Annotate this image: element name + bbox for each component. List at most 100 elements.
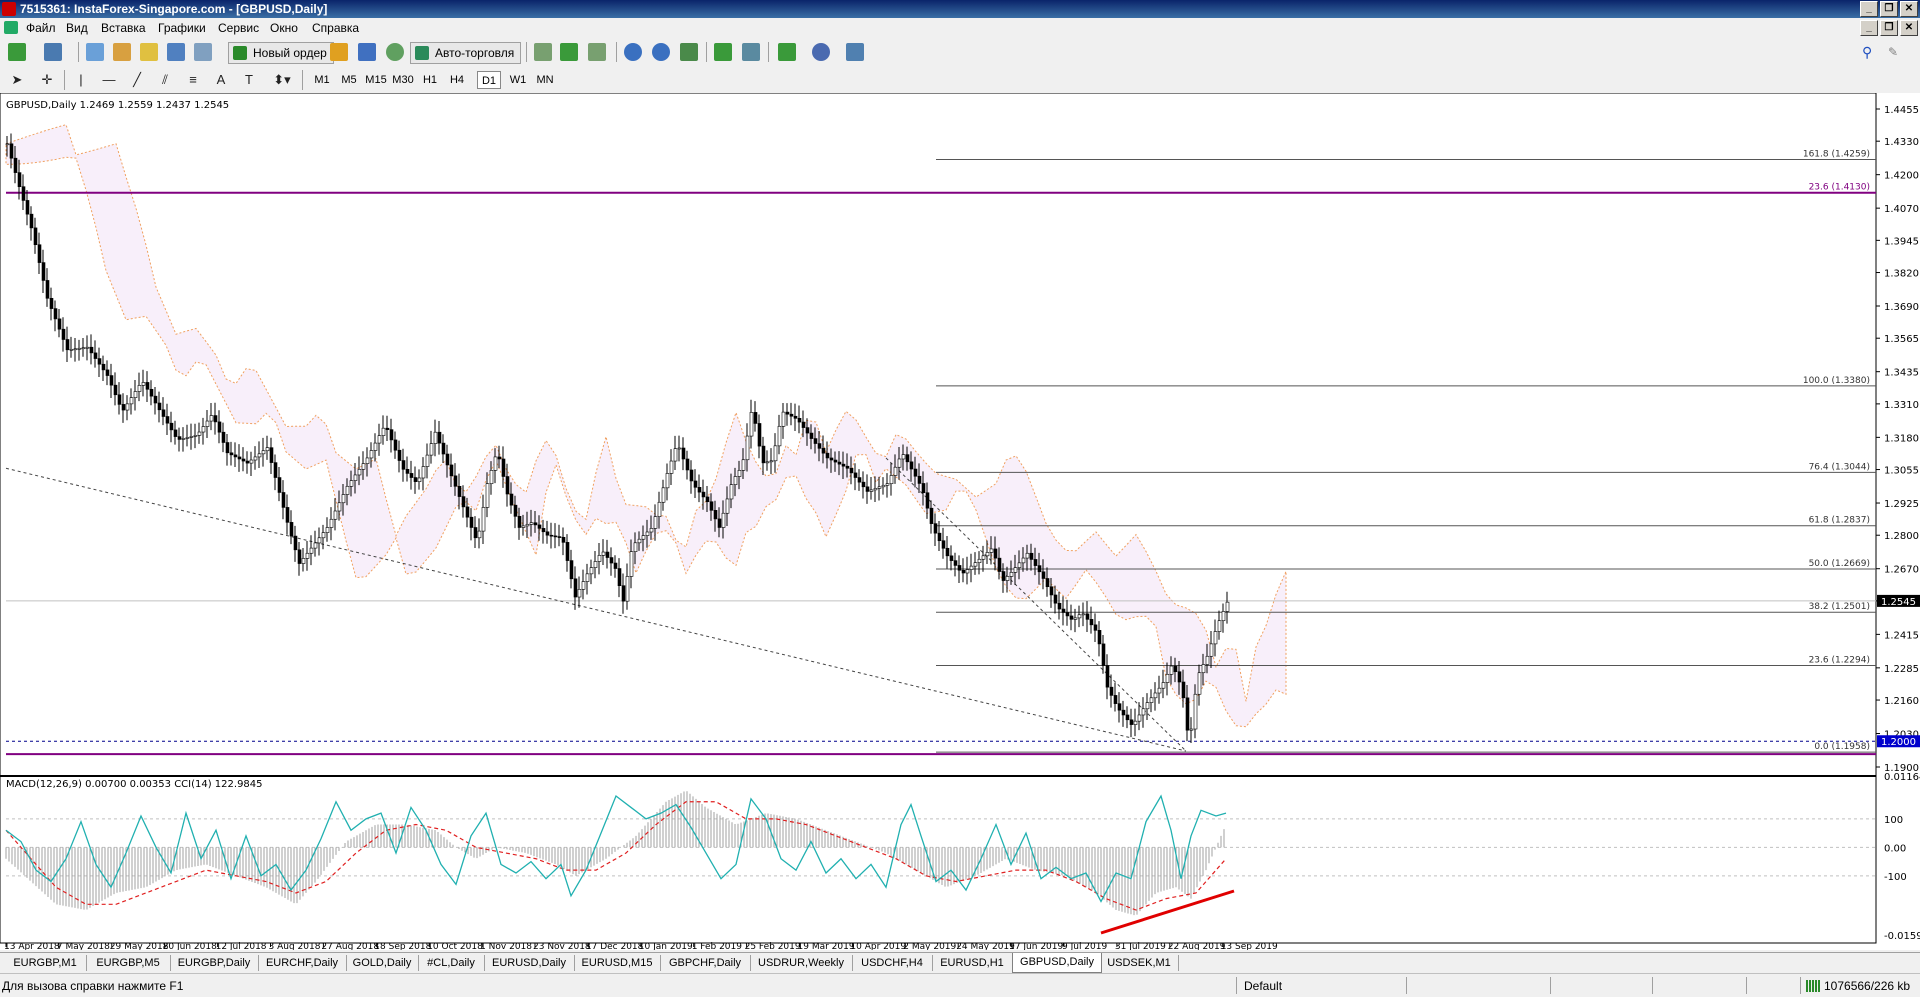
candle-body: [1041, 571, 1046, 579]
navigator-icon[interactable]: [113, 43, 131, 61]
fibonacci-icon[interactable]: ≡: [184, 71, 202, 89]
tab-eurusd-m15[interactable]: EURUSD,M15: [574, 955, 661, 971]
candle-body: [1089, 619, 1094, 626]
indicators-icon[interactable]: [778, 43, 796, 61]
close-button[interactable]: ✕: [1900, 1, 1918, 17]
tab-usdchf-h4[interactable]: USDCHF,H4: [852, 955, 933, 971]
candle-body: [425, 454, 430, 467]
candle-body: [953, 560, 958, 566]
tf-m1[interactable]: M1: [310, 71, 334, 89]
chart-shift-icon[interactable]: [714, 43, 732, 61]
tf-m30[interactable]: M30: [391, 71, 415, 89]
tab-eurgbp-daily[interactable]: EURGBP,Daily: [170, 955, 259, 971]
tf-mn[interactable]: MN: [533, 71, 557, 89]
candle-body: [389, 429, 394, 441]
candle-body: [1177, 671, 1182, 683]
candlestick-icon[interactable]: [560, 43, 578, 61]
candle-body: [621, 585, 626, 602]
tab-eurusd-h1[interactable]: EURUSD,H1: [932, 955, 1013, 971]
chart-canvas[interactable]: 161.8 (1.4259) 23.6 (1.4130) 100.0 (1.3380…: [0, 93, 1920, 950]
tf-h4[interactable]: H4: [445, 71, 469, 89]
tf-h1[interactable]: H1: [418, 71, 442, 89]
menu-charts[interactable]: Графики: [158, 21, 206, 35]
tf-m5[interactable]: M5: [337, 71, 361, 89]
tab-usdrur-weekly[interactable]: USDRUR,Weekly: [750, 955, 853, 971]
horizontal-line-icon[interactable]: —: [100, 71, 118, 89]
market-icon[interactable]: [386, 43, 404, 61]
tab-eurgbp-m1[interactable]: EURGBP,M1: [4, 955, 87, 971]
minimize-button[interactable]: _: [1860, 1, 1878, 17]
fib-level-label: 23.6 (1.4130): [1809, 183, 1870, 193]
market-watch-icon[interactable]: [86, 43, 104, 61]
zoom-out-icon[interactable]: [652, 43, 670, 61]
periods-icon[interactable]: [812, 43, 830, 61]
metaeditor-icon[interactable]: [330, 43, 348, 61]
restore-button[interactable]: ❐: [1880, 1, 1898, 17]
candle-body: [509, 493, 514, 506]
tab-cl-daily[interactable]: #CL,Daily: [418, 955, 485, 971]
tab-eurchf-daily[interactable]: EURCHF,Daily: [258, 955, 347, 971]
tab-gold-daily[interactable]: GOLD,Daily: [346, 955, 419, 971]
candle-body: [685, 458, 690, 471]
chat-icon[interactable]: ✎: [1888, 45, 1904, 59]
child-close-button[interactable]: ✕: [1900, 20, 1918, 36]
new-chart-icon[interactable]: [8, 43, 26, 61]
tab-gbpchf-daily[interactable]: GBPCHF,Daily: [660, 955, 751, 971]
menu-tools[interactable]: Сервис: [218, 21, 259, 35]
candle-body: [385, 427, 390, 430]
candle-body: [1085, 613, 1090, 620]
autoscroll-icon[interactable]: [742, 43, 760, 61]
profiles-icon[interactable]: [44, 43, 62, 61]
candle-body: [493, 456, 498, 471]
text-icon[interactable]: A: [212, 71, 230, 89]
date-label: 2 May 2019: [903, 942, 956, 950]
trendline-icon[interactable]: ╱: [128, 71, 146, 89]
candle-body: [281, 492, 286, 508]
tf-m15[interactable]: M15: [364, 71, 388, 89]
arrows-icon[interactable]: ⬍▾: [268, 71, 296, 89]
chart-window[interactable]: 161.8 (1.4259) 23.6 (1.4130) 100.0 (1.3380…: [0, 93, 1920, 950]
chart-window-icon[interactable]: [4, 21, 18, 34]
menu-view[interactable]: Вид: [66, 21, 88, 35]
candle-body: [837, 461, 842, 465]
fib-level-label: 23.6 (1.2294): [1809, 656, 1870, 666]
menu-insert[interactable]: Вставка: [101, 21, 146, 35]
tf-w1[interactable]: W1: [506, 71, 530, 89]
cursor-icon[interactable]: ➤: [8, 71, 26, 89]
tab-eurusd-daily[interactable]: EURUSD,Daily: [484, 955, 575, 971]
tile-windows-icon[interactable]: [680, 43, 698, 61]
menu-help[interactable]: Справка: [312, 21, 359, 35]
vertical-line-icon[interactable]: |: [72, 71, 90, 89]
tab-eurgbp-m5[interactable]: EURGBP,M5: [86, 955, 171, 971]
tab-gbpusd-daily[interactable]: GBPUSD,Daily: [1012, 953, 1102, 973]
templates-icon[interactable]: [846, 43, 864, 61]
new-order-button[interactable]: Новый ордер: [228, 42, 334, 64]
child-restore-button[interactable]: ❐: [1880, 20, 1898, 36]
bar-chart-icon[interactable]: [534, 43, 552, 61]
candle-body: [257, 453, 262, 458]
tester-icon[interactable]: [194, 43, 212, 61]
zoom-in-icon[interactable]: [624, 43, 642, 61]
candle-body: [453, 475, 458, 487]
channel-icon[interactable]: ⫽: [156, 71, 174, 89]
line-chart-icon[interactable]: [588, 43, 606, 61]
menu-window[interactable]: Окно: [270, 21, 298, 35]
menu-file[interactable]: Файл: [26, 21, 56, 35]
terminal-icon[interactable]: [167, 43, 185, 61]
tab-usdsek-m1[interactable]: USDSEK,M1: [1100, 955, 1179, 971]
crosshair-icon[interactable]: ✛: [38, 71, 56, 89]
child-minimize-button[interactable]: _: [1860, 20, 1878, 36]
candle-body: [181, 438, 186, 440]
macd-axis-label: 100: [1884, 815, 1903, 826]
candle-body: [657, 501, 662, 517]
text-label-icon[interactable]: T: [240, 71, 258, 89]
candle-body: [1101, 643, 1106, 666]
signals-icon[interactable]: [358, 43, 376, 61]
candle-body: [185, 437, 190, 439]
main-toolbar: Новый ордер Авто-торговля ⚲ ✎: [0, 37, 1920, 68]
tf-d1[interactable]: D1: [477, 71, 501, 89]
auto-trading-button[interactable]: Авто-торговля: [410, 42, 522, 64]
search-icon[interactable]: ⚲: [1862, 45, 1876, 59]
favorites-icon[interactable]: [140, 43, 158, 61]
candle-body: [977, 558, 982, 563]
